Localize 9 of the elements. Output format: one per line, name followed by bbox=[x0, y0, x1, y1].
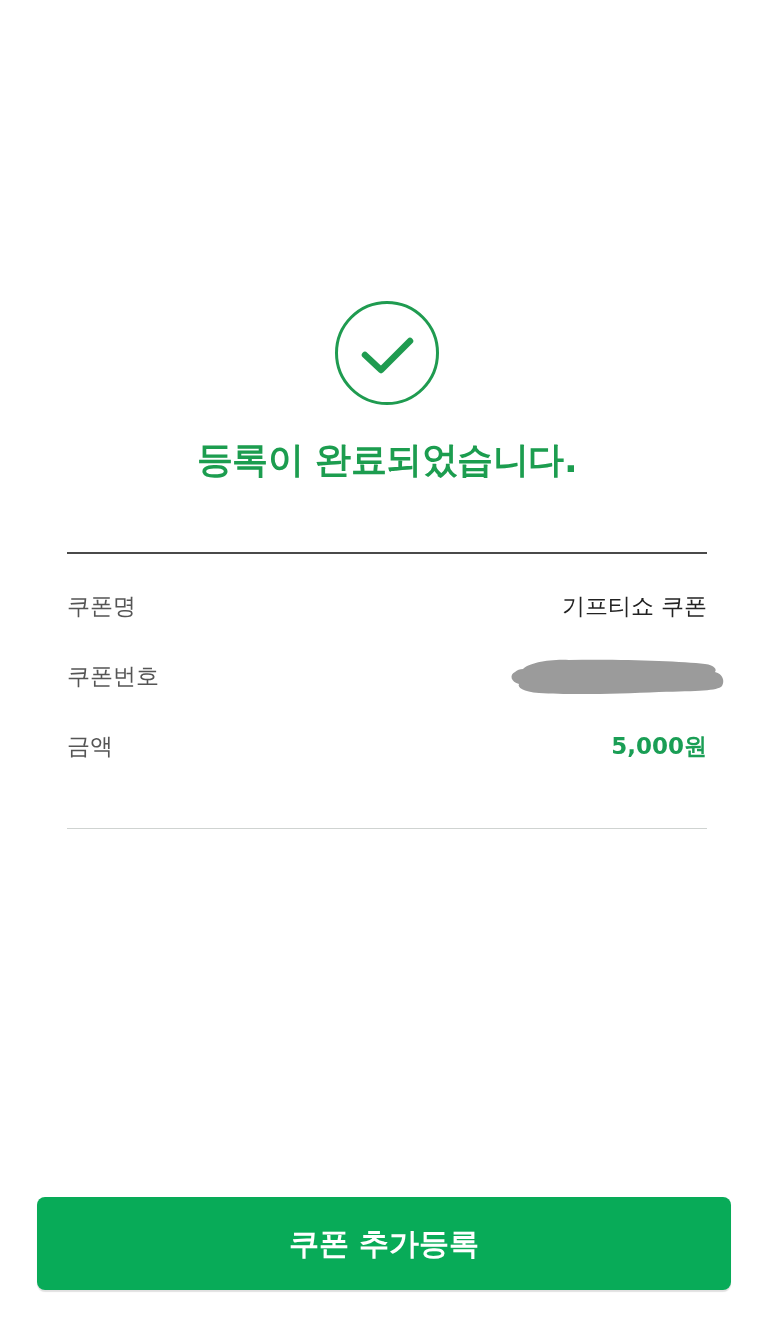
completion-title: 등록이 완료되었습니다. bbox=[195, 438, 579, 482]
redaction-scribble-icon bbox=[509, 657, 725, 695]
detail-label: 쿠폰명 bbox=[67, 592, 136, 621]
amount-value: 5,000원 bbox=[611, 732, 707, 761]
detail-label: 금액 bbox=[67, 732, 113, 761]
add-coupon-button[interactable]: 쿠폰 추가등록 bbox=[37, 1197, 731, 1290]
detail-label: 쿠폰번호 bbox=[67, 662, 159, 691]
detail-value: 기프티쇼 쿠폰 bbox=[561, 592, 707, 621]
check-circle-icon bbox=[335, 301, 439, 405]
